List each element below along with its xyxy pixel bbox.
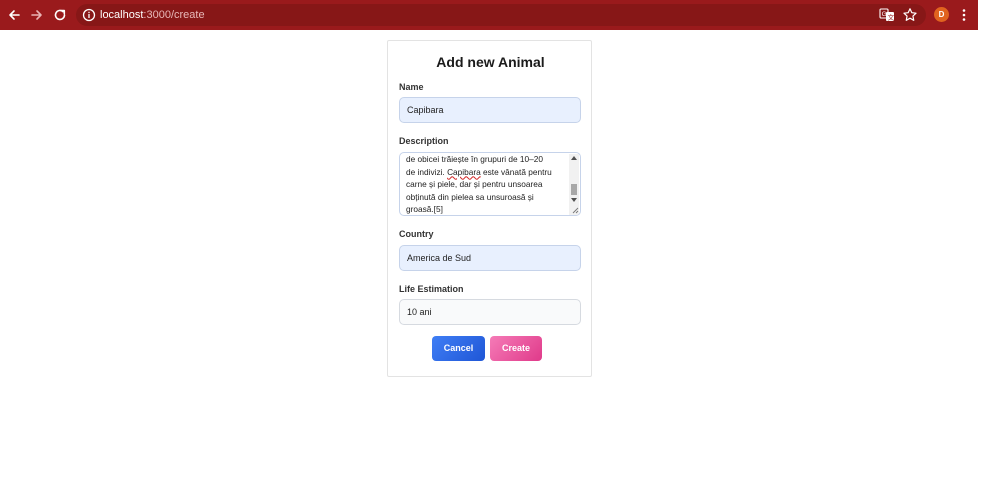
browser-toolbar: localhost:3000/create G 文 D — [0, 0, 978, 30]
svg-text:文: 文 — [888, 12, 895, 21]
description-line: de indivizi. Capibara este vânată pentru — [406, 166, 571, 179]
resize-grip-icon[interactable] — [571, 206, 579, 214]
description-line: de obicei trăiește în grupuri de 10–20 — [406, 154, 543, 164]
description-label: Description — [399, 136, 449, 146]
url-path: :3000/create — [143, 9, 205, 21]
create-animal-form: Add new Animal Name Capibara Description… — [387, 40, 592, 377]
description-line: carne și piele, dar și pentru unsoarea — [406, 179, 543, 189]
scroll-thumb[interactable] — [571, 184, 577, 195]
url-host: localhost — [100, 9, 144, 21]
info-icon[interactable] — [82, 8, 96, 22]
kebab-menu-icon[interactable] — [957, 7, 971, 23]
url-text[interactable]: localhost:3000/create — [100, 4, 205, 26]
description-textarea[interactable]: de obicei trăiește în grupuri de 10–20 d… — [399, 152, 581, 216]
name-input[interactable]: Capibara — [399, 97, 581, 123]
forward-arrow-icon[interactable] — [26, 0, 48, 30]
svg-text:G: G — [882, 11, 887, 18]
form-title: Add new Animal — [436, 54, 545, 70]
reload-icon[interactable] — [49, 0, 71, 30]
spellcheck-word: Capibara — [447, 166, 481, 177]
profile-avatar[interactable]: D — [934, 7, 949, 22]
address-bar[interactable]: localhost:3000/create — [76, 4, 926, 26]
description-line: obținută din pielea sa unsuroasă și — [406, 191, 534, 202]
back-arrow-icon[interactable] — [3, 0, 25, 30]
description-line-part: de indivizi. — [406, 166, 445, 177]
create-button[interactable]: Create — [490, 336, 542, 361]
star-icon[interactable] — [902, 7, 918, 23]
scroll-down-arrow-icon[interactable] — [571, 198, 577, 202]
description-line: groasă.[5] — [406, 204, 443, 214]
description-text: de obicei trăiește în grupuri de 10–20 d… — [406, 153, 571, 215]
scroll-up-arrow-icon[interactable] — [571, 156, 577, 160]
life-estimation-input[interactable]: 10 ani — [399, 299, 581, 325]
life-estimation-label: Life Estimation — [399, 284, 464, 294]
description-line-part: este vânată pentru — [483, 166, 552, 177]
country-label: Country — [399, 229, 434, 239]
name-label: Name — [399, 82, 424, 92]
translate-icon[interactable]: G 文 — [879, 7, 895, 23]
country-input[interactable]: America de Sud — [399, 245, 581, 271]
cancel-button[interactable]: Cancel — [432, 336, 485, 361]
